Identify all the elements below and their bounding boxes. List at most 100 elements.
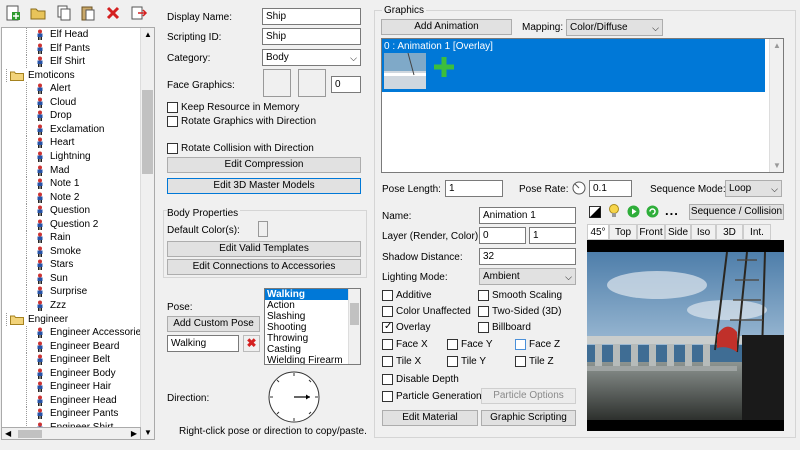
edit-compression-button[interactable]: Edit Compression [167, 157, 361, 173]
edit-valid-templates-button[interactable]: Edit Valid Templates [167, 241, 361, 257]
keep-resource-checkbox[interactable] [167, 102, 178, 113]
default-color-swatch[interactable] [258, 221, 268, 237]
tree-connector [6, 68, 7, 82]
edit-material-button[interactable]: Edit Material [382, 410, 478, 426]
folder-icon [10, 315, 24, 325]
tree-connector [26, 217, 27, 231]
lightbulb-icon[interactable] [608, 204, 620, 219]
sequence-mode-select[interactable]: Loop ⌵ [725, 180, 782, 197]
anim-name-field[interactable]: Animation 1 [479, 207, 576, 224]
tree-connector [26, 190, 27, 204]
tile-z-checkbox[interactable] [515, 356, 526, 367]
add-animation-button[interactable]: Add Animation [381, 19, 512, 35]
face-x-checkbox[interactable] [382, 339, 393, 350]
smooth-scaling-checkbox[interactable] [478, 290, 489, 301]
pose-list-scrollbar[interactable] [348, 289, 360, 364]
rotate-graphics-checkbox[interactable] [167, 116, 178, 127]
scroll-right-icon[interactable]: ▶ [131, 429, 137, 438]
mapping-select[interactable]: Color/Diffuse ⌵ [566, 19, 663, 36]
view-tab[interactable]: 45° [587, 224, 609, 240]
layer-color-field[interactable]: 1 [529, 227, 576, 244]
rotate-collision-checkbox[interactable] [167, 143, 178, 154]
open-folder-icon[interactable] [29, 4, 47, 22]
new-icon[interactable] [4, 4, 22, 22]
pose-list-item[interactable]: Wielding Firearm [265, 355, 348, 364]
face-y-checkbox[interactable] [447, 339, 458, 350]
tree-hscrollbar[interactable]: ◀ ▶ [1, 427, 141, 440]
animation-list[interactable]: 0 : Animation 1 [Overlay] ▲ ▼ [381, 38, 784, 173]
more-options-button[interactable]: ... [665, 204, 679, 217]
layer-render-field[interactable]: 0 [479, 227, 526, 244]
sequence-collision-button[interactable]: Sequence / Collision [689, 204, 784, 220]
pose-list-item[interactable]: Walking [265, 289, 348, 300]
scroll-thumb[interactable] [142, 90, 153, 174]
export-icon[interactable] [130, 4, 148, 22]
pose-rate-dial-icon[interactable] [572, 181, 586, 195]
category-select[interactable]: Body ⌵ [262, 49, 361, 66]
additive-checkbox[interactable] [382, 290, 393, 301]
face-graphic-slot-1[interactable] [263, 69, 291, 97]
add-frame-icon[interactable] [432, 55, 456, 79]
face-z-checkbox[interactable] [515, 339, 526, 350]
display-name-field[interactable]: Ship [262, 8, 361, 25]
scroll-down-icon[interactable]: ▼ [144, 428, 152, 437]
pose-scroll-thumb[interactable] [350, 303, 359, 325]
shadow-distance-field[interactable]: 32 [479, 248, 576, 265]
pose-list-item[interactable]: Throwing [265, 333, 348, 344]
lighting-mode-select[interactable]: Ambient ⌵ [479, 268, 576, 285]
tile-y-checkbox[interactable] [447, 356, 458, 367]
pose-list-item[interactable]: Action [265, 300, 348, 311]
pose-name-field[interactable]: Walking [167, 335, 239, 352]
particle-generation-checkbox[interactable] [382, 391, 393, 402]
animation-list-scrollbar[interactable]: ▲ ▼ [769, 39, 783, 172]
pose-list-item[interactable]: Casting [265, 344, 348, 355]
scroll-left-icon[interactable]: ◀ [5, 429, 11, 438]
pose-listbox[interactable]: Walking Action Slashing Shooting Throwing Cas… [264, 288, 361, 365]
view-tab[interactable]: Front [637, 224, 665, 240]
paste-icon[interactable] [79, 4, 97, 22]
scroll-up-icon[interactable]: ▲ [144, 30, 152, 39]
delete-icon[interactable] [104, 4, 122, 22]
particle-options-button[interactable]: Particle Options [481, 388, 576, 404]
hscroll-thumb[interactable] [18, 430, 42, 438]
pose-length-field[interactable]: 1 [445, 180, 503, 197]
graphic-scripting-button[interactable]: Graphic Scripting [481, 410, 576, 426]
billboard-checkbox[interactable] [478, 322, 489, 333]
tree-connector [26, 231, 27, 245]
two-sided-checkbox[interactable] [478, 306, 489, 317]
edit-connections-button[interactable]: Edit Connections to Accessories [167, 259, 361, 275]
color-unaffected-checkbox[interactable] [382, 306, 393, 317]
delete-pose-icon[interactable]: ✖ [243, 335, 260, 352]
pose-list-item[interactable]: Shooting [265, 322, 348, 333]
tree-connector [26, 163, 27, 177]
resource-tree[interactable]: Elf Head Elf Pants Elf Shirt Emoticons Alert… [1, 27, 155, 440]
view-tab[interactable]: Side [665, 224, 691, 240]
tree-item-label: Cloud [50, 96, 77, 108]
loop-icon[interactable] [646, 205, 659, 218]
view-tab[interactable]: Top [609, 224, 637, 240]
view-tab[interactable]: Iso [691, 224, 716, 240]
scripting-id-field[interactable]: Ship [262, 28, 361, 45]
scroll-down-icon[interactable]: ▼ [773, 161, 781, 170]
tree-scrollbar[interactable]: ▲ ▼ [140, 28, 154, 439]
play-icon[interactable] [627, 205, 640, 218]
tree-connector [26, 299, 27, 312]
scroll-up-icon[interactable]: ▲ [773, 41, 781, 50]
view-tab[interactable]: 3D [716, 224, 743, 240]
face-graphic-slot-2[interactable] [298, 69, 326, 97]
edit-3d-master-button[interactable]: Edit 3D Master Models [167, 178, 361, 194]
disable-depth-checkbox[interactable] [382, 374, 393, 385]
preview-viewport[interactable] [587, 240, 784, 431]
tile-x-checkbox[interactable] [382, 356, 393, 367]
add-custom-pose-button[interactable]: Add Custom Pose [167, 316, 260, 332]
character-icon [36, 395, 44, 406]
overlay-checkbox[interactable] [382, 321, 393, 333]
face-value-field[interactable]: 0 [331, 76, 361, 93]
animation-item-selected[interactable]: 0 : Animation 1 [Overlay] [382, 39, 765, 92]
pose-list-item[interactable]: Slashing [265, 311, 348, 322]
contrast-icon[interactable] [589, 206, 601, 218]
copy-icon[interactable] [55, 4, 73, 22]
pose-rate-field[interactable]: 0.1 [589, 180, 632, 197]
view-tab[interactable]: Int. [743, 224, 771, 240]
direction-dial[interactable] [263, 369, 325, 425]
